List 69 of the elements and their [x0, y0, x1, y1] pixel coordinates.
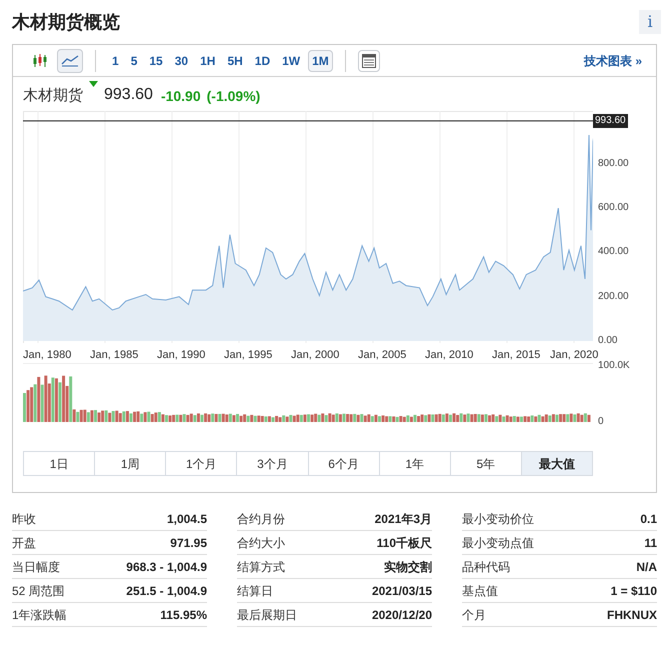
- stat-label: 基点值: [462, 582, 498, 600]
- x-axis-label: Jan, 2015: [492, 348, 540, 363]
- stat-label: 结算方式: [237, 558, 285, 576]
- stat-value: N/A: [636, 558, 657, 576]
- interval-button[interactable]: 1D: [250, 50, 274, 72]
- page-title: 木材期货概览: [12, 10, 120, 34]
- stat-label: 开盘: [12, 534, 36, 552]
- last-price: 993.60: [104, 85, 153, 105]
- table-view-button[interactable]: [358, 50, 380, 72]
- stat-value: 11: [644, 534, 657, 552]
- volume-axis-label: 0: [598, 415, 604, 429]
- x-axis-label: Jan, 1985: [90, 348, 138, 363]
- stat-value: 0.1: [640, 510, 657, 528]
- stat-value: 251.5 - 1,004.9: [126, 582, 207, 600]
- interval-button[interactable]: 1W: [278, 50, 304, 72]
- line-chart-icon: [61, 54, 79, 66]
- interval-button[interactable]: 30: [170, 50, 192, 72]
- stat-value: 968.3 - 1,004.9: [126, 558, 207, 576]
- stat-value: 110千板尺: [376, 534, 432, 552]
- y-axis-label: 800.00: [598, 158, 629, 170]
- x-axis-label: Jan, 2000: [291, 348, 340, 363]
- interval-button[interactable]: 1M: [308, 50, 333, 72]
- stat-label: 最小变动价位: [462, 510, 534, 528]
- interval-button[interactable]: 5: [126, 50, 142, 72]
- stat-label: 合约月份: [237, 510, 285, 528]
- stat-value: 2021/03/15: [372, 582, 432, 600]
- stat-label: 个月: [462, 606, 486, 624]
- info-button[interactable]: i: [639, 10, 661, 34]
- stat-value: 实物交割: [384, 558, 432, 576]
- price-change-percent: (-1.09%): [206, 87, 260, 106]
- stat-value: 971.95: [170, 534, 207, 552]
- stat-value: 115.95%: [160, 606, 207, 624]
- interval-button[interactable]: 15: [145, 50, 167, 72]
- stat-value: 2020/12/20: [372, 606, 432, 624]
- stat-label: 合约大小: [237, 534, 285, 552]
- stat-label: 昨收: [12, 510, 36, 528]
- stat-label: 当日幅度: [12, 558, 60, 576]
- interval-button[interactable]: 1H: [196, 50, 220, 72]
- stat-label: 52 周范围: [12, 582, 65, 600]
- y-axis-label: 400.00: [598, 246, 629, 258]
- y-axis-label: 600.00: [598, 202, 629, 214]
- stat-label: 最后展期日: [237, 606, 297, 624]
- stat-label: 结算日: [237, 582, 273, 600]
- interval-button[interactable]: 5H: [223, 50, 247, 72]
- technical-chart-link[interactable]: 技术图表 »: [584, 52, 642, 70]
- y-axis-label: 200.00: [598, 290, 629, 303]
- stat-label: 品种代码: [462, 558, 510, 576]
- instrument-name: 木材期货: [23, 86, 83, 106]
- x-axis-label: Jan, 2010: [425, 348, 474, 363]
- stat-label: 最小变动点值: [462, 534, 534, 552]
- range-tab[interactable]: 最大值: [522, 452, 592, 475]
- volume-axis-label: 100.0K: [598, 359, 630, 373]
- candlestick-icon: [32, 54, 48, 68]
- interval-button[interactable]: 1: [108, 50, 123, 72]
- last-price-tag: 993.60: [593, 114, 628, 128]
- x-axis-label: Jan, 1990: [157, 348, 206, 363]
- chart-type-button[interactable]: [57, 48, 83, 72]
- stat-value: FHKNUX: [607, 606, 657, 624]
- price-change: -10.90: [160, 87, 201, 106]
- x-axis-label: Jan, 2020: [550, 348, 598, 363]
- x-axis-label: Jan, 1980: [23, 348, 72, 363]
- y-axis-label: 0.00: [598, 335, 618, 347]
- stat-value: 1,004.5: [166, 510, 207, 528]
- x-axis-label: Jan, 1995: [224, 348, 272, 363]
- stat-value: 2021年3月: [374, 510, 432, 528]
- stat-value: 1 = $110: [610, 582, 657, 600]
- stat-label: 1年涨跌幅: [12, 606, 67, 624]
- x-axis-label: Jan, 2005: [358, 348, 406, 363]
- table-icon: [362, 54, 376, 68]
